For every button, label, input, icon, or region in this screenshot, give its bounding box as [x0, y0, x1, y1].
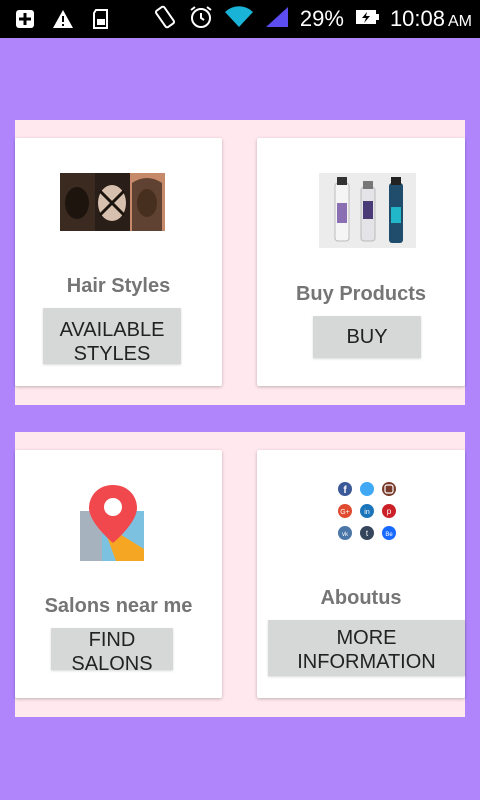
buy-products-title: Buy Products	[295, 283, 427, 305]
svg-text:in: in	[364, 509, 370, 516]
svg-text:G+: G+	[340, 509, 350, 516]
hair-styles-image	[60, 173, 165, 231]
battery-charging-icon	[354, 6, 380, 33]
find-salons-button[interactable]: FIND SALONS	[51, 628, 173, 670]
svg-text:vk: vk	[342, 532, 349, 538]
map-pin-icon	[80, 483, 146, 561]
hair-products-image	[319, 173, 416, 248]
svg-text:Be: Be	[385, 532, 393, 538]
sd-card-icon	[90, 8, 112, 35]
row-panel-bottom: Salons near me FIND SALONS f G+ in p vk …	[15, 432, 465, 717]
wifi-icon	[224, 5, 254, 34]
about-title: Aboutus	[320, 587, 402, 609]
buy-products-card[interactable]: Buy Products BUY	[257, 138, 465, 386]
add-box-icon	[14, 8, 36, 35]
social-icons-grid: f G+ in p vk t Be	[336, 480, 398, 542]
status-bar: 29% 10:08 AM	[0, 0, 480, 38]
about-card[interactable]: f G+ in p vk t Be Aboutus MORE INFORMATI…	[257, 450, 465, 698]
alarm-icon	[188, 4, 214, 35]
buy-button[interactable]: BUY	[313, 316, 421, 358]
row-panel-top: Hair Styles AVAILABLE STYLES Buy Product…	[15, 120, 465, 405]
available-styles-button[interactable]: AVAILABLE STYLES	[43, 308, 181, 364]
more-information-button[interactable]: MORE INFORMATION	[268, 620, 465, 676]
salons-title: Salons near me	[44, 595, 193, 617]
signal-icon	[264, 5, 290, 34]
warning-icon	[52, 8, 74, 35]
hair-styles-title: Hair Styles	[66, 275, 171, 297]
clock: 10:08 AM	[389, 6, 472, 31]
svg-text:p: p	[387, 507, 392, 516]
battery-percent: 29%	[299, 6, 344, 31]
screen-rotation-icon	[152, 4, 178, 35]
salons-card[interactable]: Salons near me FIND SALONS	[15, 450, 222, 698]
hair-styles-card[interactable]: Hair Styles AVAILABLE STYLES	[15, 138, 222, 386]
